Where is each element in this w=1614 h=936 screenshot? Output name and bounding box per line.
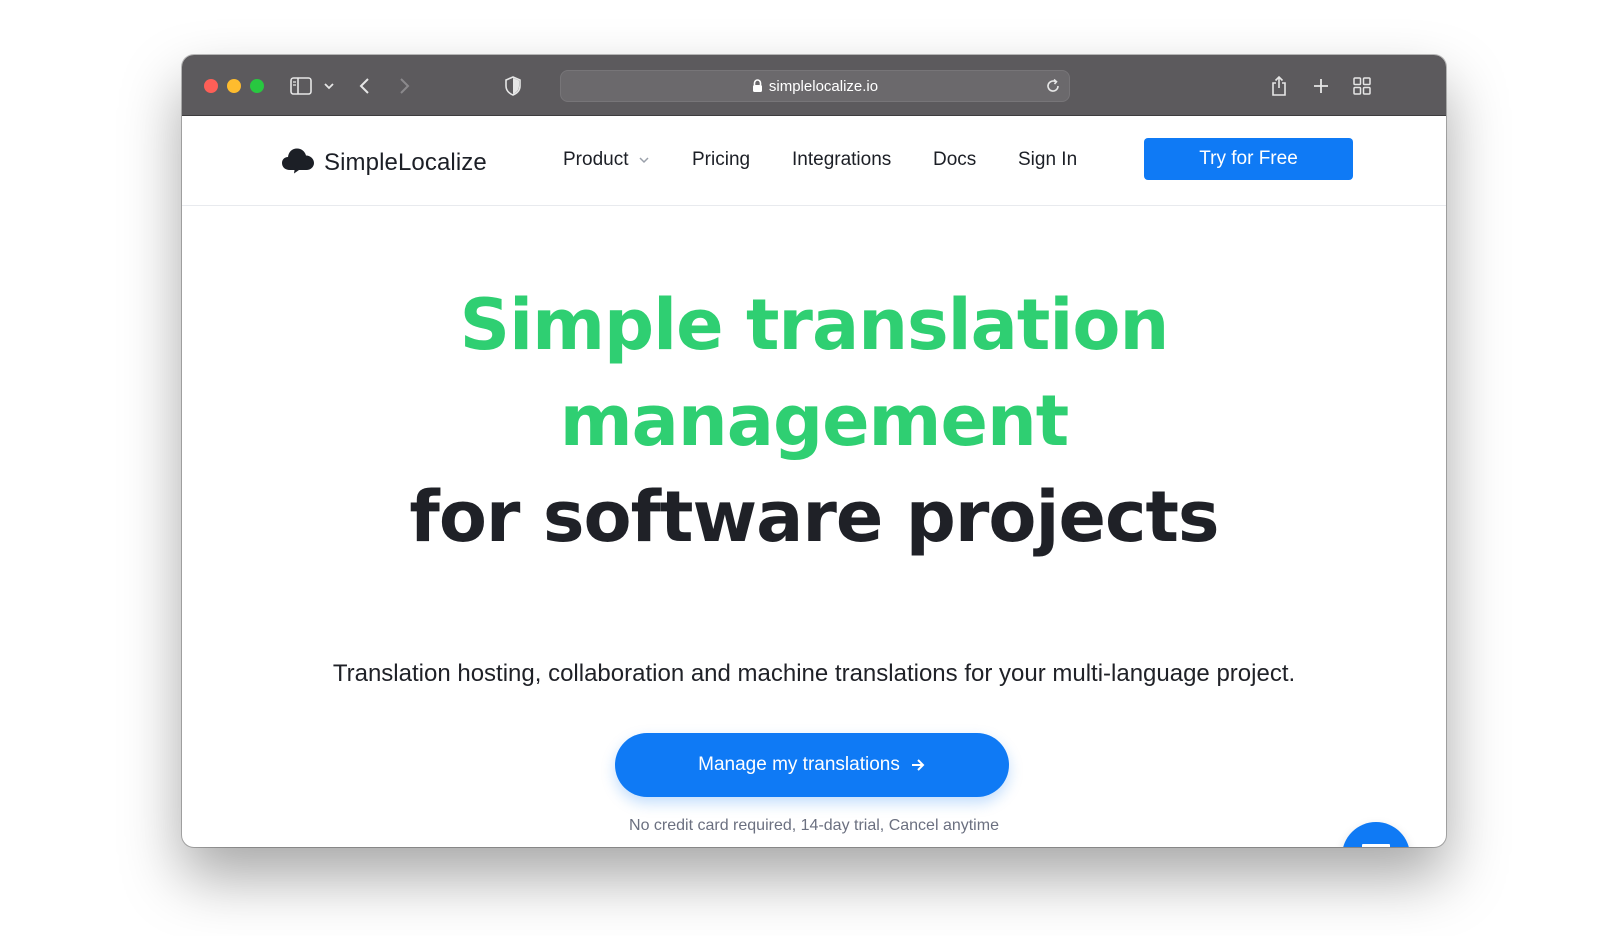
- try-for-free-button[interactable]: Try for Free: [1144, 138, 1353, 180]
- tab-overview-icon[interactable]: [1352, 71, 1372, 101]
- hero-subtitle: Translation hosting, collaboration and m…: [332, 660, 1296, 687]
- site-navbar: SimpleLocalize Product Pricing Integrati…: [182, 116, 1446, 206]
- headline-line-1: Simple translation: [459, 284, 1170, 366]
- chevron-down-icon: [638, 156, 650, 164]
- nav-product-label: Product: [563, 149, 629, 170]
- nav-pricing[interactable]: Pricing: [692, 149, 750, 171]
- browser-toolbar: simplelocalize.io: [182, 55, 1446, 116]
- headline-line-3: for software projects: [409, 476, 1219, 558]
- chat-icon: [1359, 840, 1393, 847]
- trial-note: No credit card required, 14-day trial, C…: [629, 817, 999, 834]
- minimize-window-button[interactable]: [227, 79, 241, 93]
- brand-name: SimpleLocalize: [324, 148, 487, 176]
- manage-translations-button[interactable]: Manage my translations: [615, 733, 1009, 797]
- forward-icon[interactable]: [397, 71, 411, 101]
- hero-section: Simple translation management for softwa…: [182, 206, 1446, 847]
- chevron-down-icon[interactable]: [323, 71, 335, 101]
- reload-icon[interactable]: [1045, 78, 1061, 99]
- new-tab-icon[interactable]: [1312, 71, 1330, 101]
- nav-sign-in[interactable]: Sign In: [1018, 149, 1077, 171]
- manage-translations-label: Manage my translations: [698, 754, 900, 775]
- nav-docs[interactable]: Docs: [933, 149, 976, 171]
- lock-icon: [752, 79, 763, 93]
- address-bar[interactable]: simplelocalize.io: [560, 70, 1070, 102]
- headline-line-2: management: [559, 380, 1070, 462]
- nav-product[interactable]: Product: [563, 149, 650, 171]
- close-window-button[interactable]: [204, 79, 218, 93]
- arrow-right-icon: [910, 758, 926, 772]
- cloud-logo-icon: [281, 146, 315, 179]
- shield-icon[interactable]: [504, 71, 522, 101]
- share-icon[interactable]: [1270, 71, 1288, 101]
- sidebar-icon[interactable]: [290, 71, 312, 101]
- browser-window: simplelocalize.io SimpleLocalize Product: [182, 55, 1446, 847]
- nav-integrations[interactable]: Integrations: [792, 149, 891, 171]
- url-text: simplelocalize.io: [768, 77, 879, 95]
- zoom-window-button[interactable]: [250, 79, 264, 93]
- brand-logo[interactable]: SimpleLocalize: [281, 146, 487, 179]
- back-icon[interactable]: [358, 71, 372, 101]
